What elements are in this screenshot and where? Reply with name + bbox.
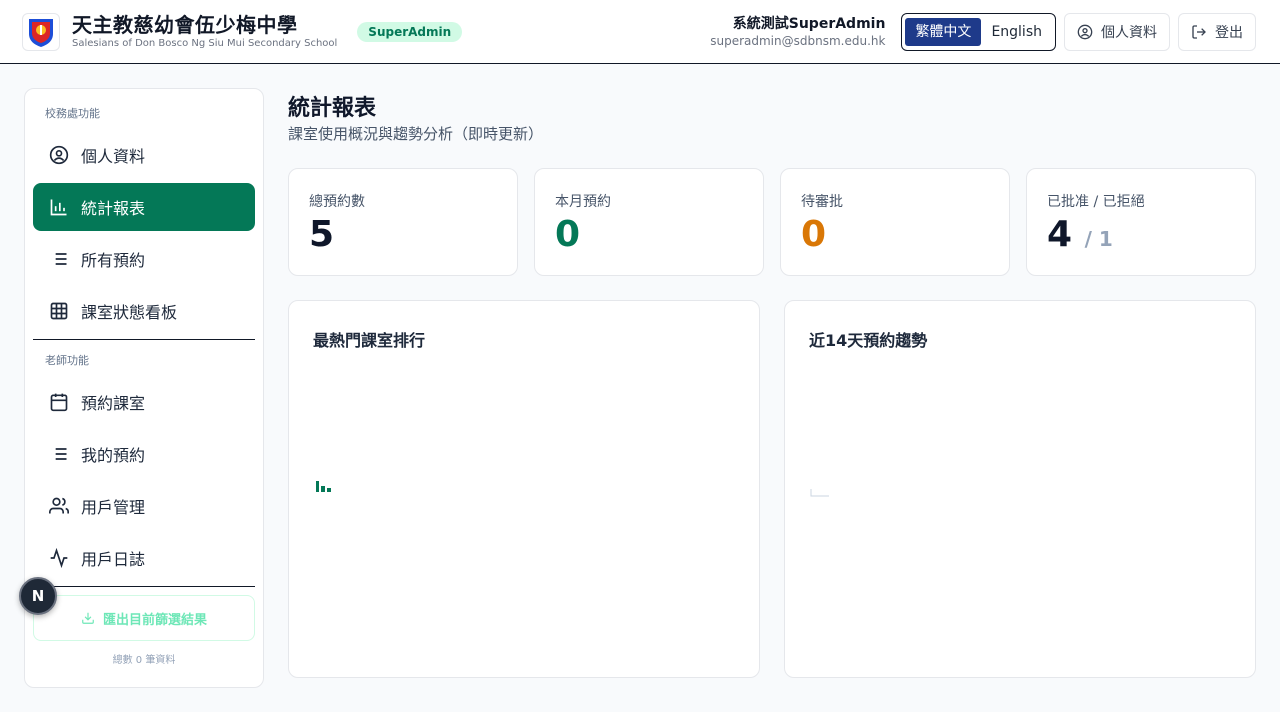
stat-value: 5 — [309, 214, 335, 255]
sidebar-item-label: 所有預約 — [81, 251, 146, 270]
sidebar-item-book-room[interactable]: 預約課室 — [33, 378, 255, 426]
export-button-label: 匯出目前篩選結果 — [102, 612, 207, 628]
stat-value: 4 — [1047, 214, 1073, 255]
stat-value: 0 — [801, 214, 827, 255]
stat-value-group: 4 / 1 — [1047, 215, 1235, 259]
user-info: 系統測試SuperAdmin superadmin@sdbnsm.edu.hk — [710, 15, 885, 49]
user-email: superadmin@sdbnsm.edu.hk — [710, 33, 886, 48]
list-icon — [51, 253, 67, 265]
language-toggle: 繁體中文 English — [901, 12, 1056, 51]
sidebar-item-label: 用戶日誌 — [81, 550, 146, 569]
lang-option-en[interactable]: English — [981, 18, 1052, 46]
nextjs-dev-button[interactable]: N — [19, 577, 57, 615]
stat-label: 本月預約 — [555, 194, 611, 210]
sidebar-item-my-bookings[interactable]: 我的預約 — [33, 430, 255, 478]
section-label-admin: 校務處功能 — [45, 107, 100, 120]
stat-subvalue: / 1 — [1084, 227, 1113, 251]
stat-label: 已批准 / 已拒絕 — [1047, 194, 1145, 210]
user-name: 系統測試SuperAdmin — [732, 15, 886, 32]
panel-title: 最熱門課室排行 — [313, 331, 426, 350]
user-circle-icon — [1077, 24, 1093, 39]
section-label-teacher: 老師功能 — [45, 354, 89, 367]
user-circle-icon — [49, 145, 69, 165]
top-header: 天主教慈幼會伍少梅中學 Salesians of Don Bosco Ng Si… — [0, 0, 1280, 64]
sidebar-divider — [33, 586, 255, 587]
users-icon — [49, 497, 69, 514]
grid-icon — [50, 302, 68, 320]
popular-rooms-chart-placeholder — [316, 481, 331, 492]
sidebar-item-user-log[interactable]: 用戶日誌 — [33, 534, 255, 582]
sidebar-item-all-bookings[interactable]: 所有預約 — [33, 235, 255, 283]
stat-label: 總預約數 — [309, 194, 365, 210]
popular-rooms-panel: 最熱門課室排行 — [288, 300, 760, 678]
profile-button[interactable]: 個人資料 — [1064, 12, 1170, 51]
sidebar-item-room-status-board[interactable]: 課室狀態看板 — [33, 287, 255, 335]
sidebar: 校務處功能 個人資料 統計報表 所有預約 課室狀態看板 老師功能 預約課室 我的… — [24, 88, 264, 688]
stat-label: 待審批 — [801, 194, 843, 210]
bar-chart-icon — [50, 199, 67, 216]
sidebar-item-label: 我的預約 — [81, 446, 146, 465]
stat-card-this-month: 本月預約 0 — [534, 168, 764, 276]
sidebar-divider — [33, 339, 255, 340]
school-logo — [22, 12, 60, 51]
sidebar-item-label: 課室狀態看板 — [81, 303, 178, 322]
lang-option-zh[interactable]: 繁體中文 — [905, 17, 982, 46]
download-icon — [82, 612, 94, 624]
stat-value: 0 — [555, 214, 581, 255]
list-icon — [51, 448, 67, 460]
stat-card-pending: 待審批 0 — [780, 168, 1010, 276]
panel-title: 近14天預約趨勢 — [809, 331, 928, 350]
trend-chart-placeholder — [810, 489, 829, 497]
stat-card-total: 總預約數 5 — [288, 168, 518, 276]
profile-button-label: 個人資料 — [1101, 24, 1157, 41]
sidebar-item-user-management[interactable]: 用戶管理 — [33, 482, 255, 530]
sidebar-item-label: 個人資料 — [81, 147, 146, 166]
logout-button-label: 登出 — [1215, 24, 1243, 41]
logout-icon — [1192, 24, 1206, 39]
school-name: 天主教慈幼會伍少梅中學 — [72, 12, 298, 37]
sidebar-item-label: 統計報表 — [81, 199, 146, 218]
record-count: 總數 0 筆資料 — [112, 655, 176, 666]
page-subtitle: 課室使用概況與趨勢分析（即時更新） — [288, 125, 544, 143]
trend-panel: 近14天預約趨勢 — [784, 300, 1256, 678]
logout-button[interactable]: 登出 — [1178, 12, 1256, 51]
sidebar-item-label: 預約課室 — [81, 394, 146, 413]
sidebar-item-profile[interactable]: 個人資料 — [33, 131, 255, 179]
sidebar-item-statistics[interactable]: 統計報表 — [33, 183, 255, 231]
sidebar-item-label: 用戶管理 — [81, 498, 146, 517]
calendar-icon — [50, 393, 68, 412]
activity-icon — [50, 548, 68, 568]
school-subtitle: Salesians of Don Bosco Ng Siu Mui Second… — [72, 37, 338, 49]
page-title: 統計報表 — [288, 96, 377, 121]
role-badge: SuperAdmin — [357, 21, 463, 42]
stat-card-approved-rejected: 已批准 / 已拒絕 4 / 1 — [1026, 168, 1256, 276]
export-button[interactable]: 匯出目前篩選結果 — [33, 595, 255, 641]
